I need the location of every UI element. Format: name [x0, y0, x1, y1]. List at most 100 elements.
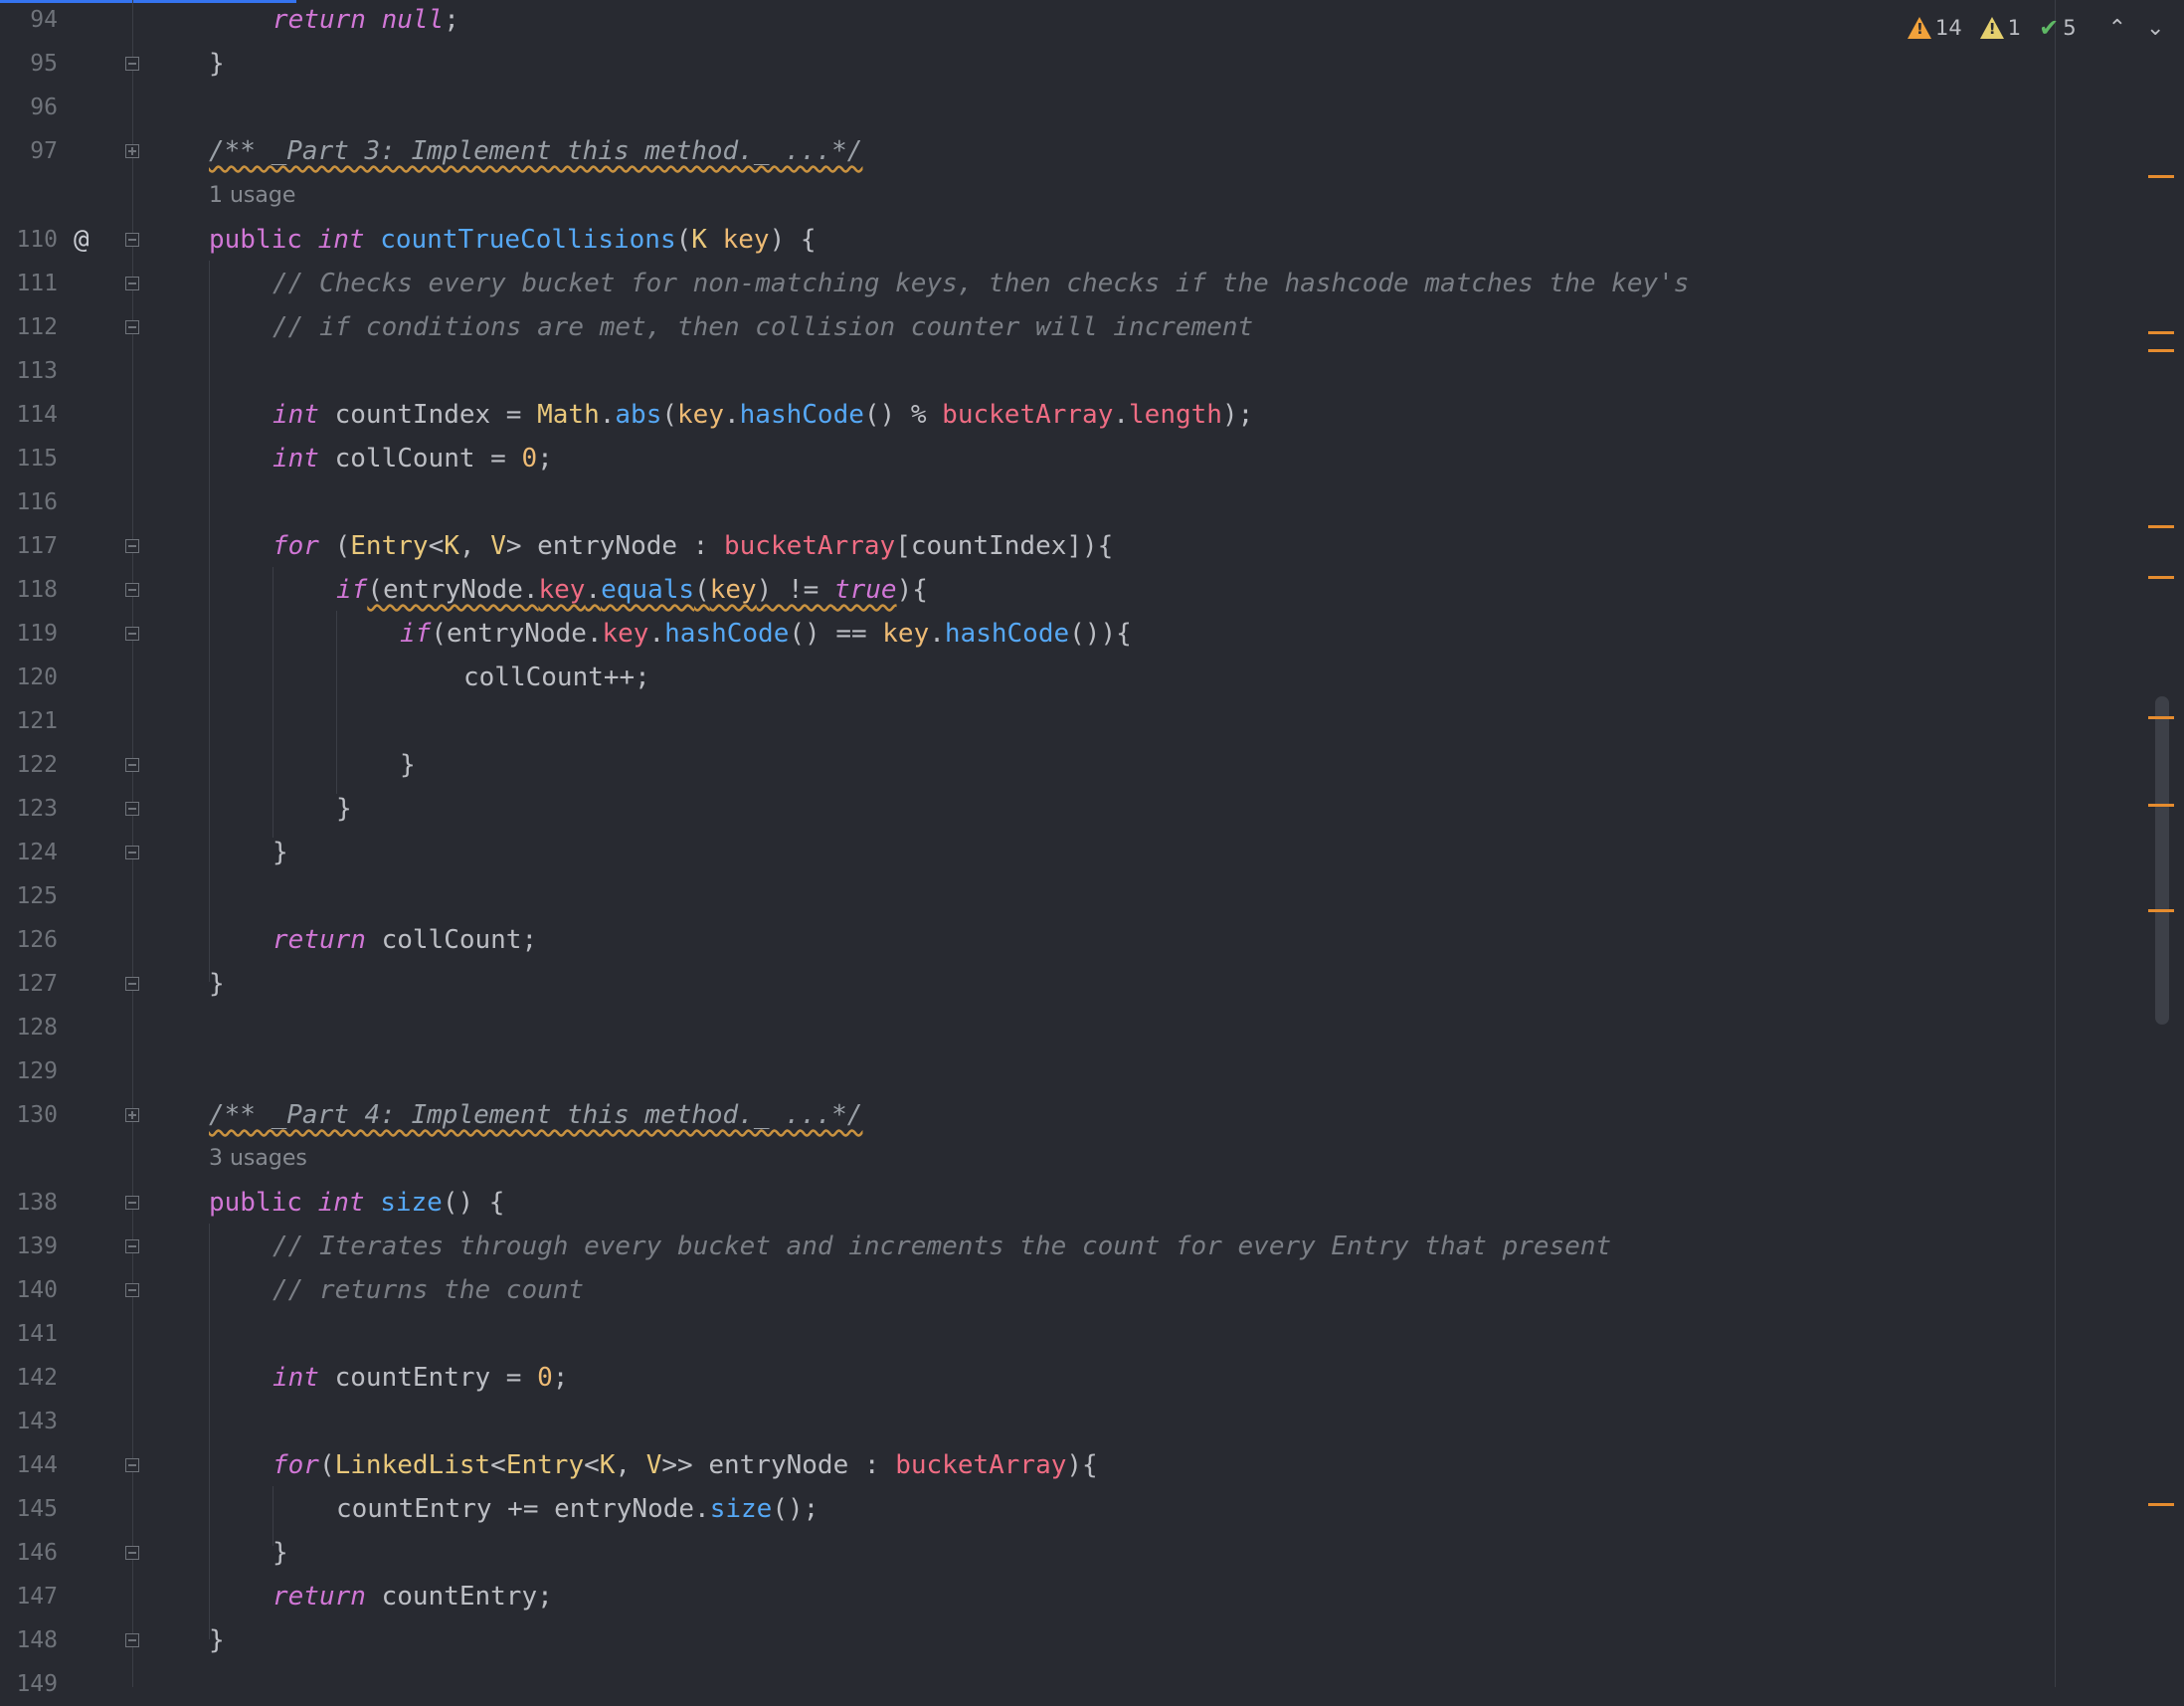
warning-stripe-marker[interactable]	[2148, 1503, 2174, 1506]
fold-end-icon[interactable]	[125, 1283, 139, 1297]
line-number: 122	[16, 752, 58, 778]
fold-collapse-icon[interactable]	[125, 1196, 139, 1210]
code-line-146: }	[273, 1538, 288, 1568]
fold-expand-icon[interactable]	[125, 144, 139, 158]
weak-warning-triangle-icon	[1979, 17, 2004, 39]
fold-collapse-icon[interactable]	[125, 627, 139, 641]
fold-gutter-line	[132, 0, 133, 1687]
warning-stripe-marker[interactable]	[2148, 175, 2174, 178]
warnings-counter[interactable]: 14	[1908, 16, 1962, 40]
code-line-111: // Checks every bucket for non-matching …	[273, 269, 1690, 298]
fold-collapse-icon[interactable]	[125, 1239, 139, 1253]
weak-warnings-counter[interactable]: 1	[1979, 16, 2021, 40]
fold-collapse-icon[interactable]	[125, 1458, 139, 1472]
line-number: 128	[16, 1015, 58, 1041]
check-icon: ✔	[2039, 14, 2060, 42]
line-number: 94	[30, 7, 58, 33]
code-line-120: collCount++;	[463, 663, 650, 692]
code-line-124: }	[273, 838, 288, 867]
code-line-130[interactable]: /** _Part 4: Implement this method._ ...…	[209, 1093, 862, 1137]
fold-end-icon[interactable]	[125, 758, 139, 772]
fold-end-icon[interactable]	[125, 977, 139, 991]
fold-collapse-icon[interactable]	[125, 539, 139, 553]
inspection-widget[interactable]: 14 1 ✔ 5 ⌃ ⌄	[1908, 10, 2164, 46]
line-number: 144	[16, 1452, 58, 1478]
line-number: 147	[16, 1584, 58, 1610]
line-number: 111	[16, 271, 58, 296]
code-editor[interactable]: return null; } /** _Part 3: Implement th…	[209, 0, 2055, 1687]
indent-guide	[336, 611, 337, 794]
collapsed-doc-comment[interactable]: /** _Part 4: Implement this method._ ...…	[209, 1100, 862, 1130]
warning-stripe-marker[interactable]	[2148, 576, 2174, 579]
line-number: 118	[16, 577, 58, 603]
line-number: 123	[16, 796, 58, 822]
code-line-147: return countEntry;	[273, 1582, 553, 1611]
code-line-144: for(LinkedList<Entry<K, V>> entryNode : …	[273, 1450, 1098, 1480]
line-number: 141	[16, 1321, 58, 1347]
collapsed-doc-comment[interactable]: /** _Part 3: Implement this method._ ...…	[209, 136, 862, 166]
line-number: 110	[16, 227, 58, 253]
fold-end-icon[interactable]	[125, 57, 139, 71]
line-number: 142	[16, 1365, 58, 1391]
fold-end-icon[interactable]	[125, 1546, 139, 1560]
line-number: 121	[16, 708, 58, 734]
code-line-94: return null;	[273, 5, 459, 35]
line-number: 146	[16, 1540, 58, 1566]
line-number: 95	[30, 51, 58, 77]
fold-collapse-icon[interactable]	[125, 583, 139, 597]
fold-end-icon[interactable]	[125, 846, 139, 859]
implements-method-icon[interactable]: @	[74, 218, 90, 262]
code-line-117: for (Entry<K, V> entryNode : bucketArray…	[273, 531, 1114, 561]
line-number-gutter: 94 95 96 97 110 111 112 113 114 115 116 …	[0, 0, 70, 1697]
vertical-scrollbar-thumb[interactable]	[2155, 696, 2169, 1025]
line-number: 120	[16, 664, 58, 690]
typos-counter[interactable]: ✔ 5	[2039, 14, 2076, 42]
line-number: 119	[16, 621, 58, 647]
warning-stripe-marker[interactable]	[2148, 525, 2174, 528]
line-number: 140	[16, 1277, 58, 1303]
warning-triangle-icon	[1908, 17, 1931, 39]
code-line-142: int countEntry = 0;	[273, 1363, 569, 1393]
right-margin-guide	[2055, 0, 2056, 1687]
fold-end-icon[interactable]	[125, 1633, 139, 1647]
usage-hint[interactable]: 3 usages	[209, 1144, 307, 1174]
fold-collapse-icon[interactable]	[125, 277, 139, 290]
code-line-148: }	[209, 1625, 225, 1655]
line-number: 97	[30, 138, 58, 164]
code-line-119: if(entryNode.key.hashCode() == key.hashC…	[400, 619, 1132, 649]
warning-stripe-marker[interactable]	[2148, 909, 2174, 912]
indent-guide	[209, 261, 210, 982]
line-number: 148	[16, 1627, 58, 1653]
fold-collapse-icon[interactable]	[125, 233, 139, 247]
line-number: 145	[16, 1496, 58, 1522]
warning-stripe-marker[interactable]	[2148, 349, 2174, 352]
warning-stripe-marker[interactable]	[2148, 716, 2174, 719]
line-number: 139	[16, 1233, 58, 1259]
code-line-126: return collCount;	[273, 925, 538, 955]
warning-stripe-marker[interactable]	[2148, 804, 2174, 807]
fold-expand-icon[interactable]	[125, 1108, 139, 1122]
line-number: 116	[16, 489, 58, 515]
code-line-118: if(entryNode.key.equals(key) != true){	[336, 575, 928, 605]
code-line-97[interactable]: /** _Part 3: Implement this method._ ...…	[209, 129, 862, 173]
fold-end-icon[interactable]	[125, 802, 139, 816]
line-number: 113	[16, 358, 58, 384]
code-line-145: countEntry += entryNode.size();	[336, 1494, 819, 1524]
line-number: 96	[30, 95, 58, 120]
line-number: 130	[16, 1102, 58, 1128]
warning-stripe-marker[interactable]	[2148, 331, 2174, 334]
code-line-122: }	[400, 750, 416, 780]
code-line-110: public int countTrueCollisions(K key) {	[209, 225, 817, 255]
code-line-140: // returns the count	[273, 1275, 585, 1305]
line-number: 124	[16, 840, 58, 865]
line-number: 112	[16, 314, 58, 340]
chevron-down-icon[interactable]: ⌄	[2146, 16, 2164, 41]
line-number: 143	[16, 1409, 58, 1434]
code-line-115: int collCount = 0;	[273, 444, 553, 474]
chevron-up-icon[interactable]: ⌃	[2108, 16, 2126, 41]
fold-end-icon[interactable]	[125, 320, 139, 334]
warning-highlight[interactable]: (entryNode.key.equals(key) != true	[367, 575, 896, 605]
line-number: 127	[16, 971, 58, 997]
usage-hint[interactable]: 1 usage	[209, 181, 295, 211]
line-number: 149	[16, 1671, 58, 1697]
